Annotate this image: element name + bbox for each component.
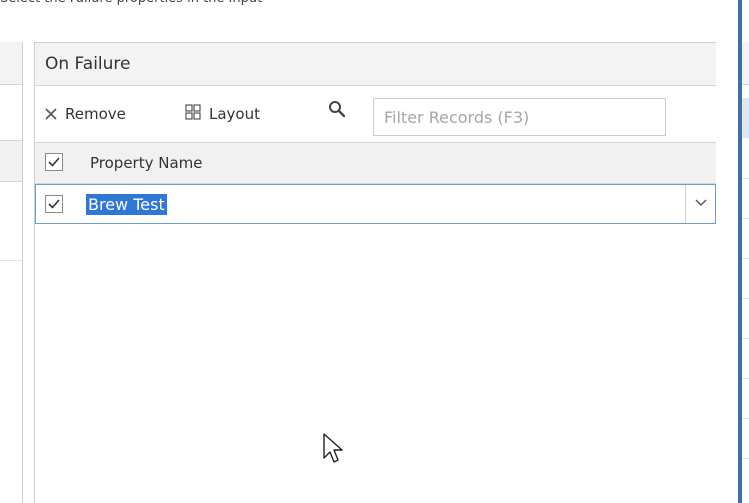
table-row[interactable]: Brew Test — [35, 184, 716, 224]
layout-button[interactable]: Layout — [185, 102, 260, 126]
panel-toolbar: Remove Layout — [35, 86, 716, 142]
filter-records-input[interactable] — [373, 98, 666, 136]
left-panel-column-header — [0, 140, 22, 182]
right-panel-divider — [742, 218, 749, 219]
row-checkbox[interactable] — [45, 195, 63, 213]
panel-gap — [716, 0, 738, 503]
instruction-text: Select the Failure properties in the Inp… — [0, 0, 749, 8]
right-partial-panel — [738, 0, 749, 503]
grid-icon — [185, 103, 201, 127]
property-name-cell-editor[interactable]: Brew Test — [86, 193, 167, 217]
left-partial-panel — [0, 42, 23, 503]
grid-header: Property Name — [35, 142, 716, 184]
right-panel-divider — [742, 178, 749, 179]
column-header-property-name[interactable]: Property Name — [90, 143, 203, 183]
right-panel-divider — [742, 298, 749, 299]
right-panel-divider — [742, 338, 749, 339]
layout-label: Layout — [209, 105, 260, 123]
close-icon — [45, 103, 57, 127]
left-panel-row — [0, 220, 22, 261]
property-dropdown-button[interactable] — [685, 185, 715, 223]
property-name-value: Brew Test — [86, 194, 167, 215]
app-window: Select the Failure properties in the Inp… — [0, 0, 749, 503]
right-panel-divider — [742, 418, 749, 419]
right-panel-header — [742, 42, 749, 85]
check-icon — [48, 199, 60, 209]
mouse-pointer-icon — [322, 432, 346, 468]
right-panel-divider — [742, 378, 749, 379]
right-panel-divider — [742, 458, 749, 459]
right-panel-divider — [742, 258, 749, 259]
remove-button[interactable]: Remove — [45, 102, 126, 126]
chevron-down-icon — [695, 199, 707, 206]
on-failure-panel: On Failure Remove Layout Filter Records … — [34, 42, 717, 503]
panel-title: On Failure — [35, 43, 716, 86]
left-panel-header — [0, 42, 22, 85]
search-icon[interactable] — [328, 100, 346, 124]
select-all-checkbox[interactable] — [45, 153, 63, 171]
check-icon — [48, 157, 60, 167]
right-panel-selected-row — [742, 98, 749, 138]
remove-label: Remove — [65, 105, 126, 123]
